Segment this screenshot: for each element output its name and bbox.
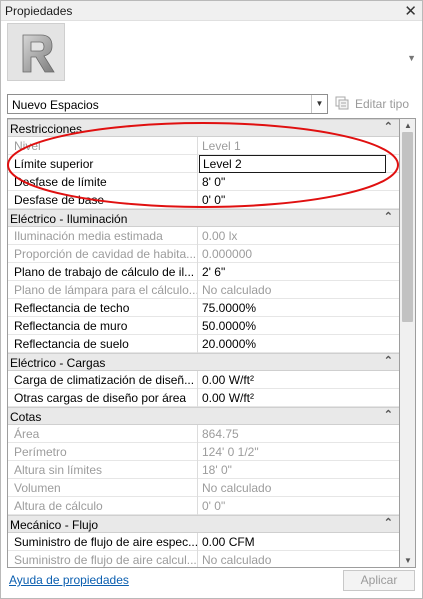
property-name: Otras cargas de diseño por área — [8, 389, 198, 407]
property-name: Proporción de cavidad de habita... — [8, 245, 198, 263]
palette-title: Propiedades — [5, 4, 73, 18]
property-row: Iluminación media estimada 0.00 lx — [8, 227, 399, 245]
type-image-preview — [7, 23, 65, 81]
property-value: 864.75 — [202, 427, 239, 441]
close-icon[interactable]: ✕ — [404, 2, 417, 20]
chevron-down-icon[interactable]: ▼ — [311, 95, 327, 113]
property-name: Reflectancia de muro — [8, 317, 198, 335]
property-value: 0.000000 — [202, 247, 253, 261]
help-link[interactable]: Ayuda de propiedades — [9, 573, 129, 587]
property-name: Carga de climatización de diseñ... — [8, 371, 198, 389]
property-row[interactable]: Límite superior Level 2 — [8, 155, 399, 173]
revit-family-icon — [22, 34, 55, 73]
property-value[interactable]: 20.0000% — [199, 335, 399, 353]
property-value: 18' 0" — [202, 463, 232, 477]
edit-type-label: Editar tipo — [355, 97, 410, 111]
collapse-chevron-up-icon[interactable]: ⌃ — [384, 354, 393, 367]
vertical-scrollbar[interactable]: ▲ ▼ — [400, 118, 416, 568]
property-value[interactable]: 0.00 W/ft² — [199, 371, 399, 389]
property-value[interactable]: 8' 0" — [199, 173, 399, 191]
property-row[interactable]: Otras cargas de diseño por área 0.00 W/f… — [8, 389, 399, 407]
type-selector-value: Nuevo Espacios — [12, 98, 99, 112]
property-name: Reflectancia de suelo — [8, 335, 198, 353]
scroll-up-icon[interactable]: ▲ — [404, 121, 412, 130]
collapse-chevron-up-icon[interactable]: ⌃ — [384, 120, 393, 133]
property-value: Level 1 — [202, 139, 241, 153]
property-row: Suministro de flujo de aire calcul... No… — [8, 551, 399, 567]
property-value: No calculado — [202, 283, 272, 297]
properties-palette: Propiedades ✕ ▼ Nuevo Espacios ▼ Editar … — [0, 0, 423, 599]
scroll-thumb[interactable] — [402, 132, 413, 322]
group-header-restricciones[interactable]: Restricciones ⌃ — [8, 119, 399, 137]
property-name: Altura sin límites — [8, 461, 198, 479]
group-title: Cotas — [10, 410, 42, 424]
property-row: Altura sin límites 18' 0" — [8, 461, 399, 479]
property-row: Volumen No calculado — [8, 479, 399, 497]
collapse-chevron-up-icon[interactable]: ⌃ — [384, 516, 393, 529]
group-title: Restricciones — [10, 122, 83, 136]
property-value[interactable]: 0.00 W/ft² — [199, 389, 399, 407]
property-value[interactable]: 2' 6" — [199, 263, 399, 281]
group-header-electrico-cargas[interactable]: Eléctrico - Cargas ⌃ — [8, 353, 399, 371]
property-value: No calculado — [202, 553, 272, 567]
property-name: Volumen — [8, 479, 198, 497]
property-row: Nivel Level 1 — [8, 137, 399, 155]
property-name: Nivel — [8, 137, 198, 155]
property-value: 124' 0 1/2" — [202, 445, 259, 459]
property-value[interactable]: 75.0000% — [199, 299, 399, 317]
property-row: Proporción de cavidad de habita... 0.000… — [8, 245, 399, 263]
property-name: Perímetro — [8, 443, 198, 461]
property-name: Suministro de flujo de aire calcul... — [8, 551, 198, 567]
property-value[interactable]: 0' 0" — [199, 191, 399, 209]
scroll-down-icon[interactable]: ▼ — [404, 556, 412, 565]
property-row[interactable]: Suministro de flujo de aire espec... 0.0… — [8, 533, 399, 551]
property-value-editor[interactable]: Level 2 — [199, 155, 386, 173]
type-image-dropdown-icon[interactable]: ▼ — [407, 53, 416, 63]
group-title: Eléctrico - Cargas — [10, 356, 106, 370]
collapse-chevron-up-icon[interactable]: ⌃ — [384, 408, 393, 421]
property-name: Plano de trabajo de cálculo de il... — [8, 263, 198, 281]
property-row[interactable]: Reflectancia de techo 75.0000% — [8, 299, 399, 317]
group-header-electrico-iluminacion[interactable]: Eléctrico - Iluminación ⌃ — [8, 209, 399, 227]
edit-type-button[interactable]: Editar tipo — [334, 94, 418, 114]
property-row: Perímetro 124' 0 1/2" — [8, 443, 399, 461]
property-name: Altura de cálculo — [8, 497, 198, 515]
group-header-mecanico-flujo[interactable]: Mecánico - Flujo ⌃ — [8, 515, 399, 533]
property-name: Límite superior — [8, 155, 198, 173]
type-selector[interactable]: Nuevo Espacios ▼ — [7, 94, 328, 114]
edit-type-icon — [335, 96, 349, 110]
property-row[interactable]: Reflectancia de suelo 20.0000% — [8, 335, 399, 353]
property-row: Altura de cálculo 0' 0" — [8, 497, 399, 515]
property-name: Reflectancia de techo — [8, 299, 198, 317]
property-name: Área — [8, 425, 198, 443]
group-header-cotas[interactable]: Cotas ⌃ — [8, 407, 399, 425]
property-name: Plano de lámpara para el cálculo... — [8, 281, 198, 299]
properties-grid: Restricciones ⌃ Nivel Level 1 Límite sup… — [7, 118, 400, 568]
property-row[interactable]: Carga de climatización de diseñ... 0.00 … — [8, 371, 399, 389]
property-value: 0.00 lx — [202, 229, 238, 243]
property-value[interactable]: 50.0000% — [199, 317, 399, 335]
property-name: Suministro de flujo de aire espec... — [8, 533, 198, 551]
property-row[interactable]: Desfase de límite 8' 0" — [8, 173, 399, 191]
group-title: Mecánico - Flujo — [10, 518, 99, 532]
group-title: Eléctrico - Iluminación — [10, 212, 128, 226]
property-row[interactable]: Plano de trabajo de cálculo de il... 2' … — [8, 263, 399, 281]
property-name: Desfase de límite — [8, 173, 198, 191]
title-bar: Propiedades ✕ — [1, 1, 422, 21]
property-value[interactable]: 0.00 CFM — [199, 533, 399, 551]
property-name: Iluminación media estimada — [8, 227, 198, 245]
property-row[interactable]: Reflectancia de muro 50.0000% — [8, 317, 399, 335]
property-value: 0' 0" — [202, 499, 226, 513]
property-row[interactable]: Desfase de base 0' 0" — [8, 191, 399, 209]
property-row: Área 864.75 — [8, 425, 399, 443]
property-value: No calculado — [202, 481, 272, 495]
property-row: Plano de lámpara para el cálculo... No c… — [8, 281, 399, 299]
collapse-chevron-up-icon[interactable]: ⌃ — [384, 210, 393, 223]
apply-button[interactable]: Aplicar — [343, 570, 415, 591]
property-name: Desfase de base — [8, 191, 198, 209]
